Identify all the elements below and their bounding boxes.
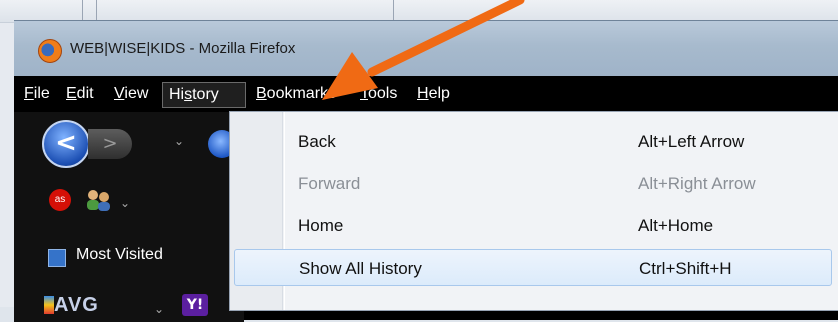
avg-toolbar-label[interactable]: AVG: [54, 294, 99, 317]
chevron-down-icon[interactable]: ⌄: [120, 196, 130, 210]
firefox-logo-icon: [38, 39, 62, 63]
menu-item-home[interactable]: Home Alt+Home: [234, 207, 832, 244]
bookmark-most-visited[interactable]: Most Visited: [76, 246, 163, 264]
menu-bar: File Edit View History Bookmarks Tools H…: [14, 76, 838, 112]
menu-label-rest: elp: [428, 85, 450, 102]
history-dropdown-icon[interactable]: ⌄: [174, 134, 184, 148]
menu-view[interactable]: View: [108, 82, 154, 108]
menu-item-label: Back: [298, 132, 336, 151]
menu-item-label: Show All History: [299, 259, 422, 278]
yahoo-icon[interactable]: Y!: [182, 294, 208, 316]
people-icon[interactable]: [84, 188, 114, 212]
menu-label-rest: dit: [76, 85, 94, 102]
menu-label-rest: tory: [192, 86, 219, 103]
menu-accel-letter: V: [114, 85, 125, 102]
menu-file[interactable]: File: [18, 82, 56, 108]
menu-label-rest: ools: [368, 85, 398, 102]
menu-item-label: Forward: [298, 174, 361, 193]
menu-label-rest: ile: [33, 85, 50, 102]
forward-button[interactable]: >: [88, 129, 132, 159]
menu-label-rest: ookmarks: [266, 85, 337, 102]
menu-history[interactable]: History: [162, 82, 246, 108]
menu-item-shortcut: Alt+Right Arrow: [638, 174, 756, 193]
history-menu-dropdown: Back Alt+Left Arrow Forward Alt+Right Ar…: [229, 111, 838, 311]
menu-label-pre: Hi: [169, 86, 185, 103]
title-bar: WEB|WISE|KIDS - Mozilla Firefox: [14, 20, 838, 76]
menu-accel-letter: B: [256, 85, 267, 102]
menu-accel-letter: H: [417, 85, 429, 102]
menu-accel-letter: s: [184, 86, 193, 103]
menu-item-back[interactable]: Back Alt+Left Arrow: [234, 123, 832, 160]
avg-logo-icon: [44, 296, 54, 314]
lastfm-icon[interactable]: as: [49, 189, 71, 211]
menu-item-shortcut: Alt+Home: [638, 216, 714, 235]
menu-help[interactable]: Help: [411, 82, 456, 108]
menu-accel-letter: F: [24, 85, 34, 102]
chevron-down-icon[interactable]: ⌄: [154, 302, 164, 316]
menu-label-rest: iew: [124, 85, 149, 102]
menu-item-forward[interactable]: Forward Alt+Right Arrow: [234, 165, 832, 202]
menu-accel-letter: E: [66, 85, 77, 102]
menu-tools[interactable]: Tools: [354, 82, 403, 108]
navigation-toolbar: < > ⌄ as ⌄ Most Visited AVG ⌄ Y!: [14, 112, 244, 322]
most-visited-icon: [48, 249, 66, 267]
menu-edit[interactable]: Edit: [60, 82, 100, 108]
menu-item-show-all-history[interactable]: Show All History Ctrl+Shift+H: [234, 249, 832, 286]
menu-item-shortcut: Ctrl+Shift+H: [639, 259, 732, 278]
menu-bookmarks[interactable]: Bookmarks: [250, 82, 342, 108]
menu-accel-letter: T: [360, 85, 368, 102]
menu-item-shortcut: Alt+Left Arrow: [638, 132, 745, 151]
window-title: WEB|WISE|KIDS - Mozilla Firefox: [70, 40, 296, 57]
back-button[interactable]: <: [42, 120, 90, 168]
menu-item-label: Home: [298, 216, 344, 235]
